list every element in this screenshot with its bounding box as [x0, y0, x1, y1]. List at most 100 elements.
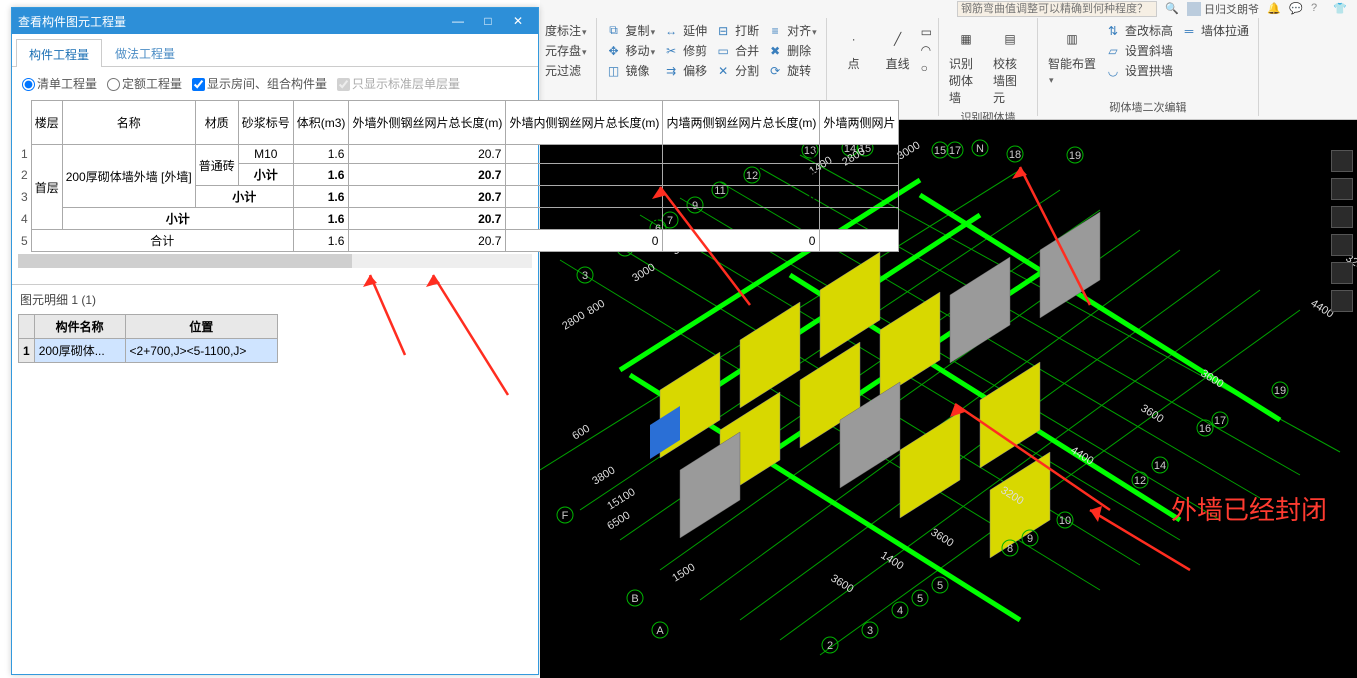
tab-method-qty[interactable]: 做法工程量: [102, 38, 188, 66]
radio-list-qty[interactable]: 清单工程量: [22, 75, 97, 92]
cmd-wall-through[interactable]: ═墙体拉通: [1178, 21, 1252, 40]
vp-tool-4[interactable]: [1331, 234, 1353, 256]
vp-tool-5[interactable]: [1331, 262, 1353, 284]
cmd-offset[interactable]: ⇉偏移: [660, 61, 710, 80]
offset-icon: ⇉: [663, 63, 679, 79]
svg-text:3600: 3600: [1138, 402, 1165, 425]
svg-text:14: 14: [1154, 460, 1166, 472]
group-edit2-label: 砌体墙二次编辑: [1044, 98, 1252, 115]
th-outer-out: 外墙外侧钢丝网片总长度(m): [349, 101, 506, 145]
cmd-rotate[interactable]: ⟳旋转: [764, 61, 820, 80]
align-icon: ≡: [767, 23, 783, 39]
mirror-icon: ◫: [606, 63, 622, 79]
svg-text:9: 9: [1027, 533, 1033, 545]
table-row[interactable]: 4 小计 1.6 20.7 0 0: [18, 208, 899, 230]
cmd-point[interactable]: ·点: [833, 21, 875, 98]
cmd-trim[interactable]: ✂修剪: [660, 41, 710, 60]
table-total-row[interactable]: 5 合计 1.6 20.7 0 0: [18, 230, 899, 252]
cmd-dim-mark[interactable]: 度标注: [542, 21, 590, 40]
cmd-align[interactable]: ≡对齐: [764, 21, 820, 40]
chk-std-floor[interactable]: 只显示标准层单层量: [337, 75, 460, 92]
circle-icon[interactable]: ○: [921, 61, 932, 75]
svg-text:10: 10: [1059, 515, 1071, 527]
break-icon: ⊟: [715, 23, 731, 39]
close-button[interactable]: ✕: [504, 12, 532, 30]
svg-text:3: 3: [582, 270, 588, 282]
radio-quota-qty[interactable]: 定额工程量: [107, 75, 182, 92]
detail-row[interactable]: 1 200厚砌体... <2+700,J><5-1100,J>: [19, 339, 278, 363]
maximize-button[interactable]: □: [474, 12, 502, 30]
cmd-extend[interactable]: ↔延伸: [660, 21, 710, 40]
cmd-mirror[interactable]: ◫镜像: [603, 61, 659, 80]
user-menu[interactable]: 日归爻朗爷: [1187, 1, 1259, 17]
cmd-merge[interactable]: ▭合并: [712, 41, 762, 60]
slant-icon: ▱: [1105, 43, 1121, 59]
elev-icon: ⇅: [1105, 23, 1121, 39]
svg-text:3800: 3800: [590, 464, 617, 487]
vp-tool-6[interactable]: [1331, 290, 1353, 312]
merge-icon: ▭: [715, 43, 731, 59]
cmd-line[interactable]: ╱直线: [877, 21, 919, 98]
chk-show-rooms[interactable]: 显示房间、组合构件量: [192, 75, 327, 92]
delete-icon: ✖: [767, 43, 783, 59]
cmd-split[interactable]: ✕分割: [712, 61, 762, 80]
rect-icon[interactable]: ▭: [921, 25, 932, 39]
cmd-move[interactable]: ✥移动: [603, 41, 659, 60]
svg-text:4: 4: [897, 605, 903, 617]
copy-icon: ⧉: [606, 23, 622, 39]
cmd-slant-wall[interactable]: ▱设置斜墙: [1102, 41, 1176, 60]
vp-tool-2[interactable]: [1331, 178, 1353, 200]
svg-text:15: 15: [934, 145, 946, 157]
svg-text:19: 19: [1274, 385, 1286, 397]
point-icon: ·: [838, 23, 870, 55]
cmd-check-wall[interactable]: ▤校核墙图元: [989, 21, 1031, 108]
smart-icon: ▥: [1056, 23, 1088, 55]
svg-text:N: N: [976, 143, 984, 155]
svg-text:3: 3: [867, 625, 873, 637]
minimize-button[interactable]: —: [444, 12, 472, 30]
tab-strip: 构件工程量 做法工程量: [12, 34, 538, 67]
tab-component-qty[interactable]: 构件工程量: [16, 39, 102, 67]
search-input[interactable]: [957, 1, 1157, 17]
dialog-titlebar[interactable]: 查看构件图元工程量 — □ ✕: [12, 8, 538, 34]
vp-tool-3[interactable]: [1331, 206, 1353, 228]
extend-icon: ↔: [663, 23, 679, 39]
cmd-check-elev[interactable]: ⇅查改标高: [1102, 21, 1176, 40]
svg-text:1400: 1400: [878, 549, 905, 572]
skin-icon[interactable]: 👕: [1333, 2, 1347, 16]
vp-tool-1[interactable]: [1331, 150, 1353, 172]
th-mortar: 砂浆标号: [238, 101, 293, 145]
h-scrollbar[interactable]: [18, 254, 532, 268]
svg-text:8: 8: [1007, 543, 1013, 555]
svg-text:5: 5: [917, 593, 923, 605]
th-outer-both: 外墙两侧网片: [820, 101, 899, 145]
arc-icon[interactable]: ◠: [921, 43, 932, 57]
avatar-icon: [1187, 2, 1201, 16]
cmd-filter[interactable]: 元过滤: [542, 61, 590, 80]
cmd-copy[interactable]: ⧉复制: [603, 21, 659, 40]
svg-text:19: 19: [1069, 150, 1081, 162]
svg-text:2800: 2800: [560, 309, 587, 332]
through-icon: ═: [1181, 23, 1197, 39]
cmd-recognize-wall[interactable]: ▦识别砌体墙: [945, 21, 987, 108]
help-icon[interactable]: ?: [1311, 2, 1325, 16]
line-icon: ╱: [882, 23, 914, 55]
cmd-smart-layout[interactable]: ▥智能布置: [1044, 21, 1100, 98]
options-row: 清单工程量 定额工程量 显示房间、组合构件量 只显示标准层单层量: [12, 67, 538, 100]
cmd-break[interactable]: ⊟打断: [712, 21, 762, 40]
move-icon: ✥: [606, 43, 622, 59]
check-icon: ▤: [994, 23, 1026, 55]
chat-icon[interactable]: 💬: [1289, 2, 1303, 16]
split-icon: ✕: [715, 63, 731, 79]
table-row[interactable]: 1 首层 200厚砌体墙外墙 [外墙] 普通砖 M10 1.6 20.7 0 0: [18, 145, 899, 164]
quantity-table[interactable]: 楼层 名称 材质 砂浆标号 体积(m3) 外墙外侧钢丝网片总长度(m) 外墙内侧…: [18, 100, 899, 252]
cmd-save[interactable]: 元存盘: [542, 41, 590, 60]
search-icon[interactable]: 🔍: [1165, 2, 1179, 16]
svg-text:17: 17: [1214, 415, 1226, 427]
detail-table[interactable]: 构件名称 位置 1 200厚砌体... <2+700,J><5-1100,J>: [18, 314, 278, 363]
dialog-title-text: 查看构件图元工程量: [18, 13, 442, 30]
bell-icon[interactable]: 🔔: [1267, 2, 1281, 16]
trim-icon: ✂: [663, 43, 679, 59]
cmd-arch-wall[interactable]: ◡设置拱墙: [1102, 61, 1176, 80]
cmd-delete[interactable]: ✖删除: [764, 41, 820, 60]
